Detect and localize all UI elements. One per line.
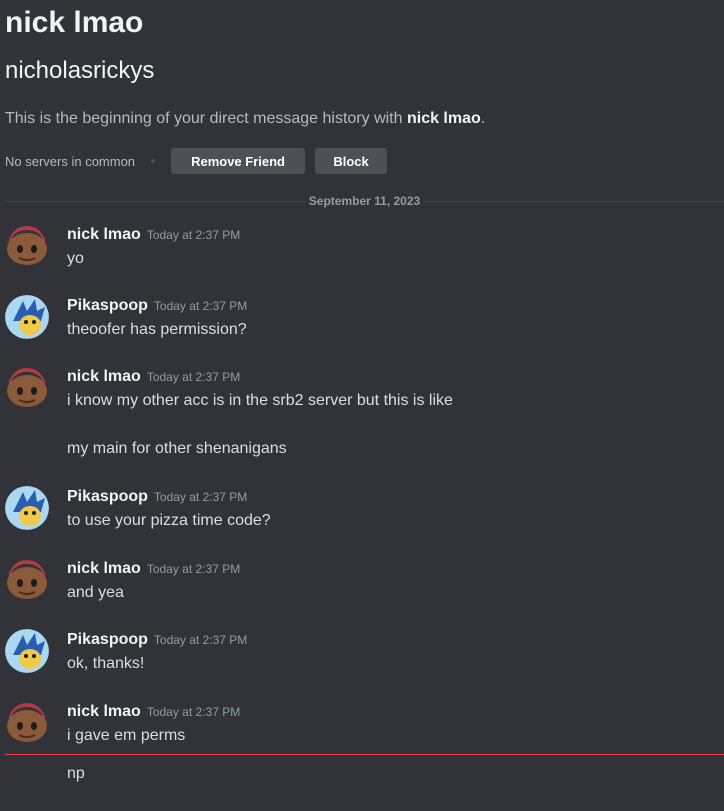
- date-divider: September 11, 2023: [5, 192, 724, 210]
- message-timestamp: Today at 2:37 PM: [153, 633, 248, 647]
- message-content: my main for other shenanigans: [67, 440, 287, 457]
- dm-intro-text: This is the beginning of your direct mes…: [5, 108, 485, 130]
- avatar-nick-icon[interactable]: [5, 558, 49, 602]
- message-content: i know my other acc is in the srb2 serve…: [67, 392, 453, 409]
- message-header: Pikaspoop Today at 2:37 PM: [67, 486, 247, 508]
- avatar-nick-icon[interactable]: [5, 366, 49, 410]
- message-content: ok, thanks!: [67, 655, 145, 672]
- dm-actions-row: No servers in common Remove Friend Block: [5, 147, 397, 175]
- intro-suffix: .: [480, 110, 486, 127]
- message-author[interactable]: Pikaspoop: [67, 488, 148, 505]
- message-content: to use your pizza time code?: [67, 512, 271, 529]
- message-timestamp: Today at 2:37 PM: [146, 562, 241, 576]
- message-author[interactable]: nick lmao: [67, 703, 141, 720]
- message-header: nick lmao Today at 2:37 PM: [67, 558, 240, 580]
- message-author[interactable]: nick lmao: [67, 560, 141, 577]
- intro-prefix: This is the beginning of your direct mes…: [5, 110, 407, 127]
- followup-message-content: np: [67, 765, 85, 782]
- message-header: nick lmao Today at 2:37 PM: [67, 366, 240, 388]
- message-header: Pikaspoop Today at 2:37 PM: [67, 295, 247, 317]
- new-messages-divider: [5, 754, 724, 755]
- avatar-pikaspoop-icon[interactable]: [5, 629, 49, 673]
- date-divider-label: September 11, 2023: [304, 193, 425, 209]
- message-author[interactable]: nick lmao: [67, 368, 141, 385]
- dm-username: nicholasrickys: [5, 57, 155, 84]
- message-timestamp: Today at 2:37 PM: [153, 299, 248, 313]
- message-header: Pikaspoop Today at 2:37 PM: [67, 629, 247, 651]
- message-author[interactable]: nick lmao: [67, 226, 141, 243]
- remove-friend-button[interactable]: Remove Friend: [171, 148, 306, 174]
- message-author[interactable]: Pikaspoop: [67, 631, 148, 648]
- message-content: and yea: [67, 584, 124, 601]
- avatar-nick-icon[interactable]: [5, 701, 49, 745]
- avatar-pikaspoop-icon[interactable]: [5, 295, 49, 339]
- dm-display-name: nick lmao: [5, 6, 144, 39]
- message-timestamp: Today at 2:37 PM: [153, 490, 248, 504]
- message-author[interactable]: Pikaspoop: [67, 297, 148, 314]
- message-content: theoofer has permission?: [67, 321, 247, 338]
- message-content: yo: [67, 250, 84, 267]
- message-header: nick lmao Today at 2:37 PM: [67, 224, 240, 246]
- message-timestamp: Today at 2:37 PM: [146, 228, 241, 242]
- intro-name: nick lmao: [406, 110, 481, 127]
- message-header: nick lmao Today at 2:37 PM: [67, 701, 240, 723]
- message-timestamp: Today at 2:37 PM: [146, 370, 241, 384]
- message-timestamp: Today at 2:37 PM: [146, 705, 241, 719]
- message-content: i gave em perms: [67, 727, 186, 744]
- mutual-servers-text: No servers in common: [5, 153, 136, 169]
- avatar-pikaspoop-icon[interactable]: [5, 486, 49, 530]
- separator-dot: [151, 159, 156, 163]
- block-button[interactable]: Block: [315, 148, 388, 174]
- avatar-nick-icon[interactable]: [5, 224, 49, 268]
